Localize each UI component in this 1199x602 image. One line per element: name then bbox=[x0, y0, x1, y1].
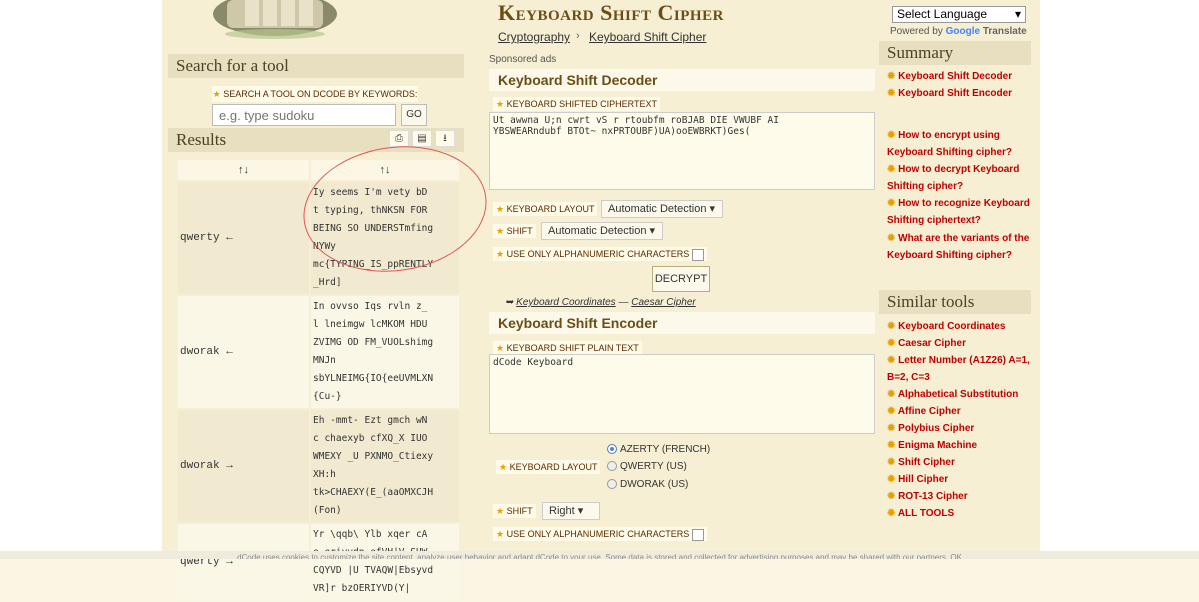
go-button[interactable]: GO bbox=[401, 104, 427, 126]
link-keyboard-coordinates[interactable]: Keyboard Coordinates bbox=[516, 297, 616, 308]
similar-tool-item[interactable]: ✹ Shift Cipher bbox=[887, 454, 1033, 471]
radio-dworak[interactable]: DWORAK (US) bbox=[607, 479, 688, 490]
left-margin bbox=[0, 0, 162, 559]
summary-item[interactable]: ✹ How to encrypt using Keyboard Shifting… bbox=[887, 127, 1033, 161]
encoder-shift-label: ★ SHIFT bbox=[493, 504, 536, 518]
search-label: ★ SEARCH A TOOL ON DCODE BY KEYWORDS: bbox=[212, 86, 418, 102]
download-icon[interactable]: ⭳ bbox=[435, 130, 455, 147]
powered-by-google: Powered by Google Translate bbox=[890, 26, 1027, 37]
search-heading: Search for a tool bbox=[168, 54, 464, 78]
result-value: Yr \qqb\ Ylb xqer cA e eriyvdn efVH|V SU… bbox=[311, 524, 459, 600]
similar-tool-item[interactable]: ✹ ALL TOOLS bbox=[887, 505, 1033, 522]
result-value: Eh -mmt- Ezt gmch wN c chaexyb cfXQ_X IU… bbox=[311, 410, 459, 522]
similar-tool-item[interactable]: ✹ ROT-13 Cipher bbox=[887, 488, 1033, 505]
decoder-heading: Keyboard Shift Decoder bbox=[489, 69, 875, 91]
similar-tool-item[interactable]: ✹ Caesar Cipher bbox=[887, 335, 1033, 352]
decoder-shift-select[interactable]: Automatic Detection ▾ bbox=[541, 222, 663, 240]
similar-tool-item[interactable]: ✹ Keyboard Coordinates bbox=[887, 318, 1033, 335]
table-row: dworak → Eh -mmt- Ezt gmch wN c chaexyb … bbox=[178, 410, 459, 522]
decoder-layout-label: ★ KEYBOARD LAYOUT bbox=[493, 202, 598, 216]
similar-tool-item[interactable]: ✹ Hill Cipher bbox=[887, 471, 1033, 488]
decoder-shift-label: ★ SHIFT bbox=[493, 224, 536, 238]
chevron-down-icon: ▾ bbox=[1014, 7, 1021, 21]
decoder-layout-select[interactable]: Automatic Detection ▾ bbox=[601, 200, 723, 218]
decrypt-button[interactable]: DECRYPT bbox=[652, 266, 710, 292]
breadcrumb-separator: › bbox=[576, 30, 580, 42]
cookie-banner: dCode uses cookies to customize the site… bbox=[0, 551, 1199, 559]
radio-azerty[interactable]: AZERTY (FRENCH) bbox=[607, 444, 710, 455]
radio-qwerty[interactable]: QWERTY (US) bbox=[607, 461, 687, 472]
decoder-alnum-checkbox[interactable] bbox=[691, 248, 704, 261]
breadcrumb-cryptography[interactable]: Cryptography bbox=[498, 30, 570, 44]
similar-tools-heading: Similar tools bbox=[879, 290, 1031, 314]
print-icon[interactable]: ▤ bbox=[412, 130, 432, 147]
encoder-alnum-checkbox[interactable] bbox=[691, 528, 704, 541]
dcode-logo bbox=[213, 0, 337, 39]
result-key: dworak → bbox=[178, 410, 309, 522]
similar-tool-item[interactable]: ✹ Alphabetical Substitution bbox=[887, 386, 1033, 403]
encoder-heading: Keyboard Shift Encoder bbox=[489, 312, 875, 334]
similar-tool-item[interactable]: ✹ Affine Cipher bbox=[887, 403, 1033, 420]
encoder-layout-label: ★ KEYBOARD LAYOUT bbox=[496, 460, 601, 474]
encoder-shift-select[interactable]: Right ▾ bbox=[542, 502, 600, 520]
screenshot-icon[interactable]: ⎙ bbox=[389, 130, 409, 147]
table-row: dworak ← In ovvso Iqs rvln z_ l lneimgw … bbox=[178, 296, 459, 408]
summary-item[interactable]: ✹ Keyboard Shift Encoder bbox=[887, 85, 1033, 102]
summary-heading: Summary bbox=[879, 41, 1031, 65]
summary-item[interactable]: ✹ How to decrypt Keyboard Shifting ciphe… bbox=[887, 161, 1033, 195]
plaintext-input[interactable]: dCode Keyboard bbox=[489, 354, 875, 434]
chevron-down-icon: ▾ bbox=[649, 225, 656, 237]
arrow-icon: ➥ bbox=[505, 297, 514, 308]
plaintext-label: ★ KEYBOARD SHIFT PLAIN TEXT bbox=[493, 341, 642, 355]
summary-item[interactable]: ✹ How to recognize Keyboard Shifting cip… bbox=[887, 195, 1033, 229]
right-margin bbox=[1040, 0, 1199, 559]
encoder-alnum-label: ★ USE ONLY ALPHANUMERIC CHARACTERS bbox=[493, 527, 707, 541]
related-links: ➥ Keyboard Coordinates — Caesar Cipher bbox=[505, 297, 696, 308]
summary-item[interactable]: ✹ Keyboard Shift Decoder bbox=[887, 68, 1033, 85]
search-input[interactable] bbox=[212, 104, 396, 126]
table-row: qwerty → Yr \qqb\ Ylb xqer cA e eriyvdn … bbox=[178, 524, 459, 600]
summary-item[interactable]: ✹ What are the variants of the Keyboard … bbox=[887, 230, 1033, 264]
similar-tool-item[interactable]: ✹ Letter Number (A1Z26) A=1, B=2, C=3 bbox=[887, 352, 1033, 386]
ciphertext-label: ★ KEYBOARD SHIFTED CIPHERTEXT bbox=[493, 97, 660, 111]
decoder-alnum-label: ★ USE ONLY ALPHANUMERIC CHARACTERS bbox=[493, 247, 707, 261]
language-select[interactable]: Select Language ▾ bbox=[892, 6, 1026, 23]
breadcrumb-current[interactable]: Keyboard Shift Cipher bbox=[589, 30, 706, 44]
page-title: Keyboard Shift Cipher bbox=[498, 0, 724, 25]
sponsored-label: Sponsored ads bbox=[489, 54, 557, 65]
star-icon: ★ bbox=[212, 89, 221, 99]
ciphertext-input[interactable]: Ut awwna U;n cwrt vS r rtoubfm roBJAB DI… bbox=[489, 112, 875, 190]
result-key: dworak ← bbox=[178, 296, 309, 408]
chevron-down-icon: ▾ bbox=[577, 505, 584, 517]
result-value: In ovvso Iqs rvln z_ l lneimgw lcMKOM HD… bbox=[311, 296, 459, 408]
result-key: qwerty ← bbox=[178, 182, 309, 294]
sort-column-1[interactable]: ↑↓ bbox=[178, 160, 309, 180]
similar-tool-item[interactable]: ✹ Enigma Machine bbox=[887, 437, 1033, 454]
similar-tool-item[interactable]: ✹ Polybius Cipher bbox=[887, 420, 1033, 437]
link-caesar-cipher[interactable]: Caesar Cipher bbox=[631, 297, 695, 308]
chevron-down-icon: ▾ bbox=[709, 203, 716, 215]
result-key: qwerty → bbox=[178, 524, 309, 600]
